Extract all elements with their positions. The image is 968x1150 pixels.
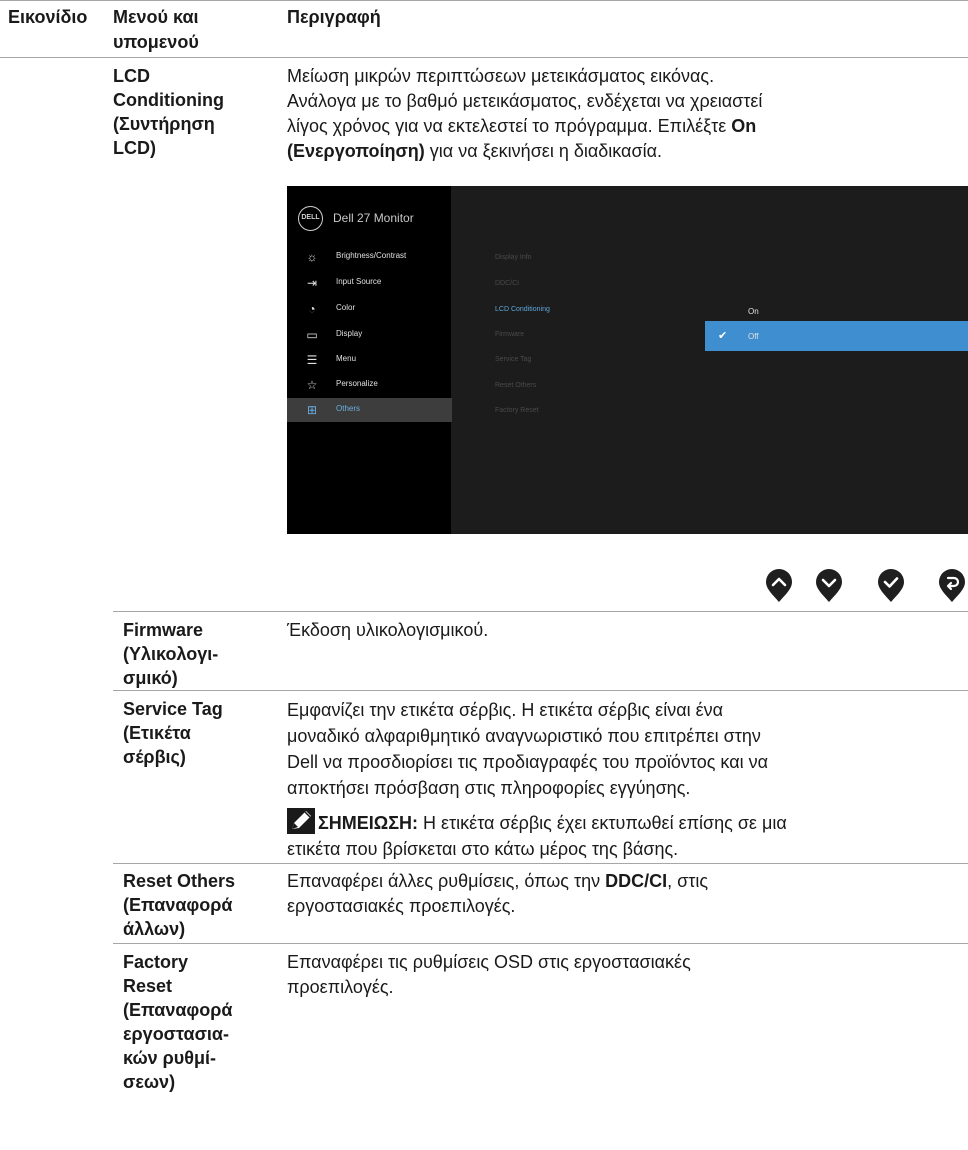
desc-factory-reset: Επαναφέρει τις ρυθμίσεις OSD στις εργοστ… <box>287 952 691 997</box>
osd-sub-display-info[interactable]: Display Info <box>495 254 532 261</box>
osd-sub-firmware[interactable]: Firmware <box>495 331 524 338</box>
term-service-tag: Service Tag (Ετικέτα σέρβις) <box>123 699 223 767</box>
osd-item-color[interactable]: ◔ Color <box>287 297 451 321</box>
row-rule-reset-others <box>113 863 968 864</box>
up-button-icon <box>766 569 792 602</box>
row-rule-firmware <box>113 611 968 612</box>
note-service-tag: ΣΗΜΕΙΩΣΗ: Η ετικέτα σέρβις έχει εκτυπωθε… <box>287 808 967 862</box>
menu-icon: ☰ <box>306 353 318 367</box>
row-rule-factory-reset <box>113 943 968 944</box>
osd-sub-factory-reset[interactable]: Factory Reset <box>495 407 539 414</box>
header-icon: Εικονίδιο <box>8 7 88 27</box>
osd-sub-ddc-ci[interactable]: DDC/CI <box>495 280 519 287</box>
header-menu: Μενού και υπομενού <box>113 7 199 52</box>
osd-title: Dell 27 Monitor <box>333 211 414 225</box>
term-factory-reset: Factory Reset (Επαναφορά εργοστασια- κών… <box>123 952 233 1092</box>
term-lcd-conditioning: LCD Conditioning (Συντήρηση LCD) <box>113 66 224 158</box>
desc-reset-others: Επαναφέρει άλλες ρυθμίσεις, όπως την DDC… <box>287 871 708 916</box>
table-top-rule <box>0 0 968 1</box>
osd-item-brightness[interactable]: ☼ Brightness/Contrast <box>287 245 451 269</box>
osd-sub-lcd-conditioning[interactable]: LCD Conditioning <box>495 306 550 313</box>
display-icon: ▭ <box>306 328 318 342</box>
checkmark-icon: ✔ <box>718 330 728 342</box>
star-icon: ☆ <box>306 378 318 392</box>
back-button-icon <box>939 569 965 602</box>
osd-sub-reset-others[interactable]: Reset Others <box>495 382 536 389</box>
osd-option-off[interactable]: ✔ Off <box>705 321 968 351</box>
osd-menu-screenshot: DELL Dell 27 Monitor ☼ Brightness/Contra… <box>287 186 968 534</box>
osd-item-menu[interactable]: ☰ Menu <box>287 348 451 372</box>
term-firmware: Firmware (Υλικολογι- σμικό) <box>123 620 219 688</box>
others-icon: ⊞ <box>306 403 318 417</box>
palette-icon: ◔ <box>308 302 316 316</box>
osd-sub-service-tag[interactable]: Service Tag <box>495 356 531 363</box>
osd-item-input-source[interactable]: ⇥ Input Source <box>287 271 451 295</box>
down-button-icon <box>816 569 842 602</box>
osd-item-display[interactable]: ▭ Display <box>287 323 451 347</box>
desc-service-tag: Εμφανίζει την ετικέτα σέρβις. Η ετικέτα … <box>287 700 769 798</box>
desc-lcd-conditioning: Μείωση μικρών περιπτώσεων μετεικάσματος … <box>287 66 763 161</box>
dell-logo: DELL <box>298 206 323 231</box>
header-bottom-rule <box>0 57 968 58</box>
sun-icon: ☼ <box>306 250 318 264</box>
osd-item-personalize[interactable]: ☆ Personalize <box>287 373 451 397</box>
header-description: Περιγραφή <box>287 7 381 27</box>
row-rule-service-tag <box>113 690 968 691</box>
term-reset-others: Reset Others (Επαναφορά άλλων) <box>123 871 236 939</box>
osd-item-others[interactable]: ⊞ Others <box>287 398 452 422</box>
desc-firmware: Έκδοση υλικολογισμικού. <box>287 620 489 640</box>
check-button-icon <box>878 569 904 602</box>
pencil-note-icon <box>287 808 315 834</box>
input-icon: ⇥ <box>306 276 318 290</box>
